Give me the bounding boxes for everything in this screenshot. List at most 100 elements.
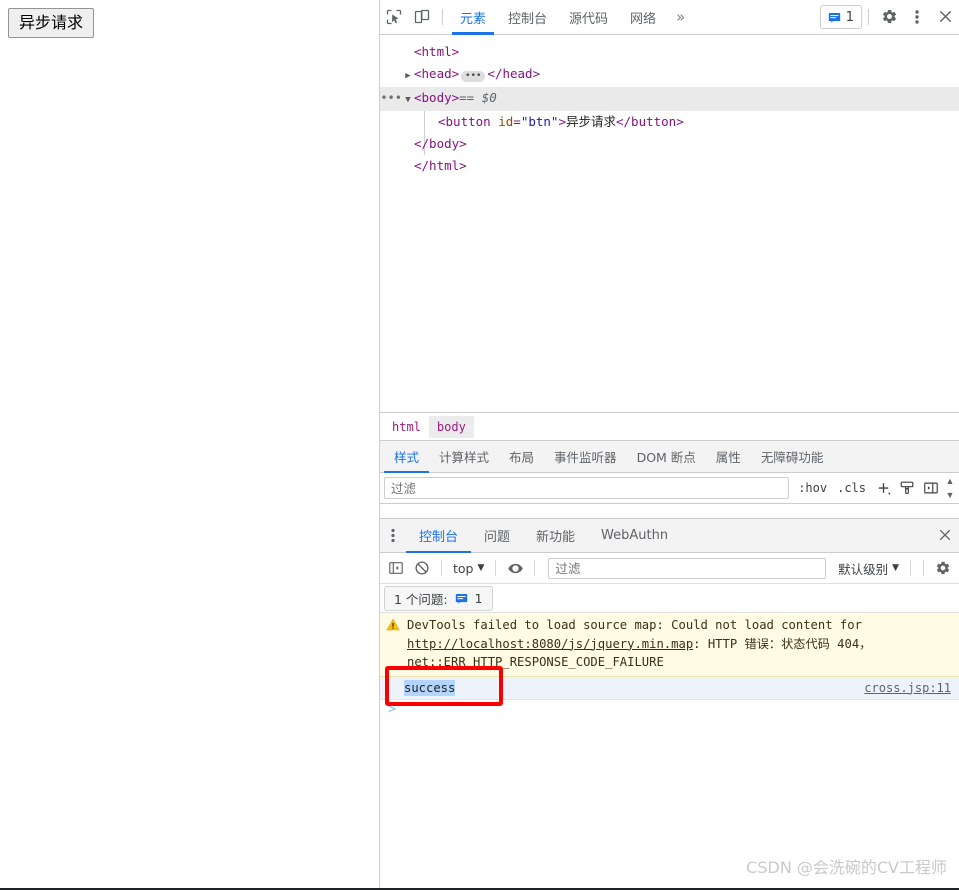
web-page-viewport: 异步请求 [0,0,379,890]
tab-properties[interactable]: 属性 [706,441,751,472]
inspect-cursor-icon[interactable] [380,0,408,33]
console-prompt-caret: > [388,702,396,717]
watermark-text: CSDN @会洗碗的CV工程师 [746,858,947,877]
dom-tag-html-close: </html> [414,158,467,173]
device-toolbar-icon[interactable] [408,0,436,33]
tab-accessibility[interactable]: 无障碍功能 [751,441,834,472]
drawer-tab-issues[interactable]: 问题 [471,519,523,552]
breadcrumb-item-body[interactable]: body [428,415,474,438]
paintbrush-icon[interactable] [895,476,919,500]
console-message-list[interactable]: DevTools failed to load source map: Coul… [380,613,959,890]
styles-scroll-arrows[interactable]: ▲ ▼ [943,477,957,500]
kebab-menu-icon[interactable] [903,0,931,33]
kebab-menu-icon[interactable] [380,519,406,552]
console-toolbar: top ▼ 默认级别 ▼ [380,553,959,584]
drawer-tab-console-label: 控制台 [419,530,459,545]
async-request-button[interactable]: 异步请求 [8,8,95,38]
console-message-warning[interactable]: DevTools failed to load source map: Coul… [380,613,959,677]
tab-layout[interactable]: 布局 [499,441,544,472]
dom-tree[interactable]: <html> ▶ <head> ••• </head> ••• ▼ <body> ==… [380,35,959,412]
log-level-label: 默认级别 [838,561,889,577]
tab-computed[interactable]: 计算样式 [429,441,499,472]
tab-event-listeners[interactable]: 事件监听器 [544,441,627,472]
dom-line-html-open[interactable]: <html> [380,41,959,63]
chevron-down-icon[interactable]: ▼ [402,89,414,111]
tab-dom-breakpoints[interactable]: DOM 断点 [627,441,706,472]
issues-badge-count: 1 [845,9,854,25]
console-toolbar-divider-5 [923,560,924,576]
devtools-main-toolbar: 元素 控制台 源代码 网络 » 1 [380,0,959,35]
hov-toggle-button[interactable]: :hov [793,481,832,495]
chevron-right-icon[interactable]: ▶ [402,65,414,87]
console-prompt[interactable]: > [380,700,959,720]
plus-icon[interactable] [871,476,895,500]
dom-attr-equals: = [513,114,521,129]
tab-sources-label: 源代码 [569,11,609,27]
tab-computed-label: 计算样式 [439,450,490,465]
console-log-text: success [404,679,456,696]
execution-context-dropdown[interactable]: top ▼ [449,561,488,576]
cls-toggle-button[interactable]: .cls [832,481,871,495]
tab-elements-label: 元素 [460,11,487,27]
close-icon[interactable] [931,0,959,33]
log-level-dropdown[interactable]: 默认级别 ▼ [834,559,903,578]
chevron-down-icon: ▼ [477,563,485,573]
styles-filter-toolbar: :hov .cls ▲ ▼ [380,472,959,504]
console-warning-text: DevTools failed to load source map: Coul… [407,616,953,672]
toolbar-divider-2 [868,9,869,25]
console-filter-input[interactable] [548,557,827,579]
issues-badge-button[interactable]: 1 [819,5,862,29]
breadcrumb: html body [380,412,959,440]
warning-triangle-icon [386,618,402,638]
gear-icon[interactable] [875,0,903,33]
dom-line-body-close[interactable]: </body> [380,133,959,155]
gear-icon[interactable] [931,556,955,580]
console-sidebar-icon[interactable] [384,556,408,580]
chevron-up-icon[interactable]: ▲ [946,477,955,486]
dom-line-head[interactable]: ▶ <head> ••• </head> [380,63,959,87]
tab-overflow-button[interactable]: » [667,0,694,34]
dom-line-button[interactable]: <button id="btn">异步请求</button> [380,111,959,133]
close-icon[interactable] [931,519,959,551]
chevron-down-icon[interactable]: ▼ [946,491,955,500]
dom-selected-marker: == $0 [459,90,497,105]
console-toolbar-divider-2 [495,560,497,576]
source-map-url-link[interactable]: http://localhost:8080/js/jquery.min.map [407,637,693,651]
breadcrumb-item-html[interactable]: html [384,416,429,438]
tab-console[interactable]: 控制台 [497,0,558,34]
drawer-spacer [681,519,931,552]
dom-line-html-close[interactable]: </html> [380,155,959,177]
drawer-tab-webauthn[interactable]: WebAuthn [588,519,681,552]
drawer-tabbar: 控制台 问题 新功能 WebAuthn [380,519,959,553]
tab-network-label: 网络 [630,11,657,27]
console-warning-text-part1: DevTools failed to load source map: Coul… [407,618,862,632]
styles-filter-input[interactable] [384,477,790,499]
issues-summary-count: 1 [474,590,483,606]
drawer-tab-console[interactable]: 控制台 [406,519,472,553]
dom-tag-head-close: </head> [487,66,541,81]
dom-badge-more-icon[interactable]: ••• [380,87,402,109]
dom-tag-head-open: <head> [414,66,460,81]
tab-sources[interactable]: 源代码 [558,0,619,34]
tab-properties-label: 属性 [715,450,741,465]
dom-tag-body-close: </body> [414,136,467,151]
dom-line-body-open[interactable]: ••• ▼ <body> == $0 [380,87,959,111]
drawer-tab-whats-new[interactable]: 新功能 [523,519,588,552]
tab-styles[interactable]: 样式 [384,441,430,473]
chevron-down-icon: ▼ [892,563,899,573]
execution-context-label: top [453,560,474,576]
tab-elements[interactable]: 元素 [449,0,497,35]
console-message-log[interactable]: success cross.jsp:11 [380,676,959,700]
panel-toggle-icon[interactable] [919,476,943,500]
issues-summary-button[interactable]: 1 个问题: 1 [384,585,493,611]
console-issues-bar: 1 个问题: 1 [380,584,959,613]
console-log-source-link[interactable]: cross.jsp:11 [864,681,951,695]
dom-collapsed-ellipsis-icon[interactable]: ••• [461,71,486,82]
tab-network[interactable]: 网络 [619,0,667,34]
clear-console-icon[interactable] [410,556,434,580]
styles-sidebar-tabbar: 样式 计算样式 布局 事件监听器 DOM 断点 属性 无障碍功能 [380,440,959,473]
devtools-panel: 元素 控制台 源代码 网络 » 1 <html> ▶ <head> ••• </… [379,0,959,890]
tab-layout-label: 布局 [509,450,535,465]
live-expression-eye-icon[interactable] [503,556,527,580]
